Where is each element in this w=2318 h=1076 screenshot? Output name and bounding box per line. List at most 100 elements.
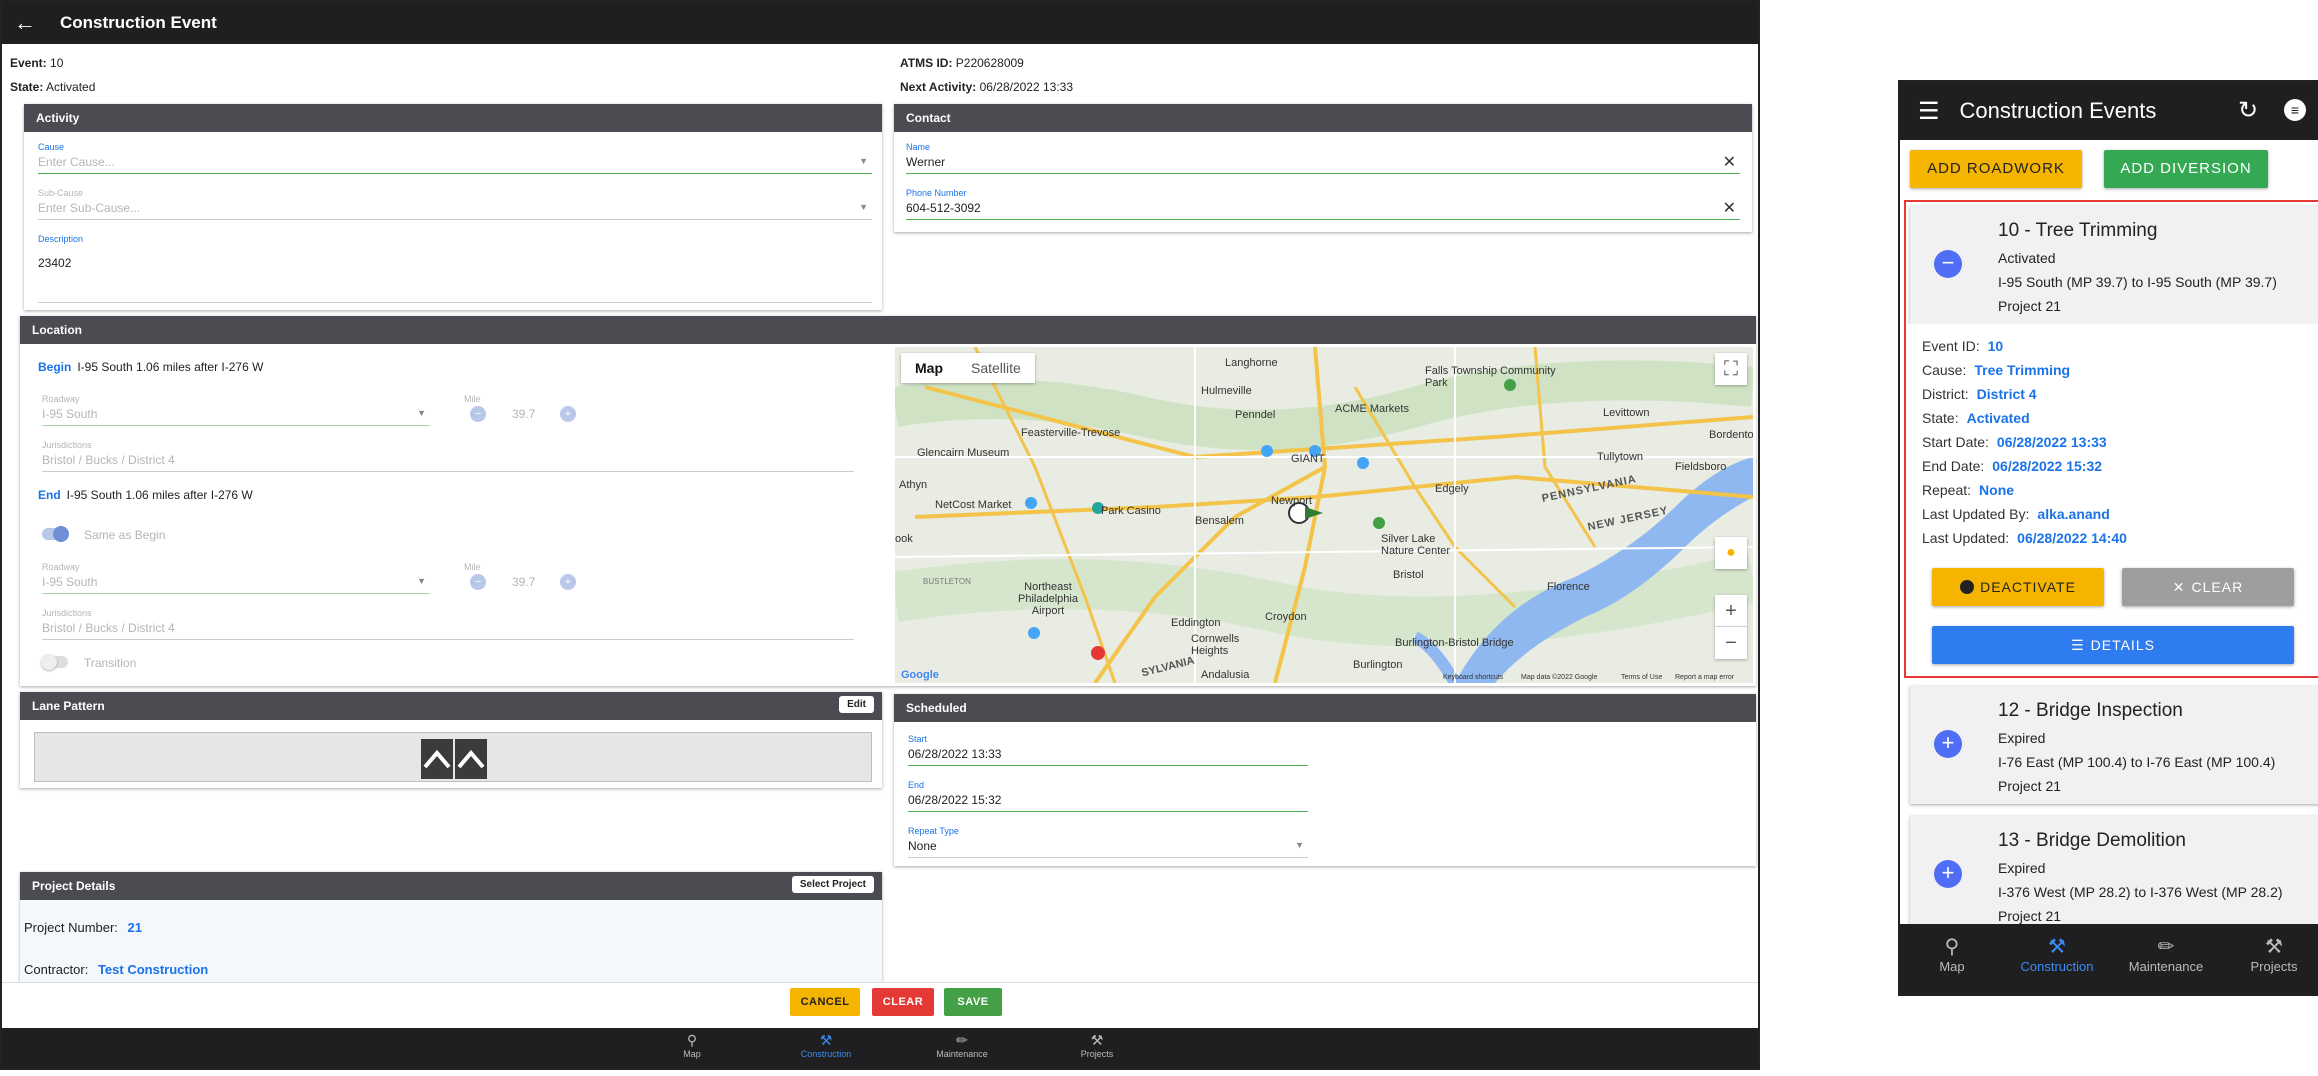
map-footer-link[interactable]: Report a map error — [1675, 674, 1734, 681]
event-project: Project 21 — [1998, 778, 2062, 794]
add-diversion-button[interactable]: ADD DIVERSION — [2104, 150, 2268, 188]
map-label: Cornwells Heights — [1191, 633, 1240, 657]
expand-icon[interactable]: + — [1934, 860, 1962, 888]
add-roadwork-button[interactable]: ADD ROADWORK — [1910, 150, 2082, 188]
nav-construction[interactable]: ⚒ Construction — [2004, 934, 2110, 974]
back-arrow-icon[interactable]: ← — [2, 10, 48, 36]
begin-location: Begin I-95 South 1.06 miles after I-276 W — [38, 360, 264, 374]
detail-row: Repeat: None — [1922, 482, 2015, 498]
nav-construction[interactable]: ⚒ Construction — [786, 1032, 866, 1059]
end-roadway-dropdown-icon: ▼ — [417, 576, 426, 586]
details-button[interactable]: ☰ DETAILS — [1932, 626, 2294, 664]
scheduled-header: Scheduled — [894, 694, 1756, 722]
bottom-navigation: ⚲ Map ⚒ Construction ✏ Maintenance ⚒ Pro… — [2, 1028, 1758, 1068]
filter-icon[interactable]: ≡ — [2284, 99, 2306, 121]
end-date-field[interactable]: End 06/28/2022 15:32 — [908, 780, 1308, 812]
map-label: Edgely — [1435, 483, 1469, 495]
tools-icon: ⚒ — [1090, 1032, 1104, 1048]
zoom-out-button[interactable]: − — [1715, 627, 1747, 659]
clear-button[interactable]: CLEAR — [872, 988, 934, 1016]
detail-row: End Date: 06/28/2022 15:32 — [1922, 458, 2103, 474]
street-view-icon[interactable]: ● — [1715, 537, 1747, 569]
nav-maintenance[interactable]: ✏ Maintenance — [922, 1032, 1002, 1059]
clear-name-icon[interactable]: ✕ — [1723, 152, 1736, 172]
map-footer-text: Map data ©2022 Google — [1521, 674, 1598, 681]
start-date-field[interactable]: Start 06/28/2022 13:33 — [908, 734, 1308, 766]
map-label: Bordento — [1709, 429, 1753, 441]
map-type-satellite[interactable]: Satellite — [957, 353, 1035, 383]
atms-id: ATMS ID: P220628009 — [900, 56, 1024, 70]
brush-icon: ✏ — [956, 1032, 968, 1048]
select-project-button[interactable]: Select Project — [791, 876, 874, 893]
contact-phone-field[interactable]: Phone Number 604-512-3092 ✕ — [906, 188, 1740, 220]
map-type-map[interactable]: Map — [901, 353, 957, 383]
detail-row: Last Updated By: alka.anand — [1922, 506, 2110, 522]
map-footer-link[interactable]: Keyboard shortcuts — [1443, 674, 1503, 681]
map-label: Park Casino — [1101, 505, 1161, 517]
menu-icon[interactable]: ☰ — [1918, 97, 1940, 126]
event-status: Activated — [1998, 250, 2056, 266]
repeat-dropdown-icon[interactable]: ▼ — [1295, 840, 1304, 850]
map-label: Bristol — [1393, 569, 1424, 581]
refresh-icon[interactable]: ↻ — [2238, 96, 2258, 125]
nav-map[interactable]: ⚲ Map — [1906, 934, 1998, 974]
event-project: Project 21 — [1998, 298, 2062, 314]
nav-maintenance[interactable]: ✏ Maintenance — [2114, 934, 2218, 974]
expand-icon[interactable]: + — [1934, 730, 1962, 758]
lane-diagram — [34, 732, 872, 782]
zoom-in-button[interactable]: + — [1715, 595, 1747, 627]
save-button[interactable]: SAVE — [944, 988, 1002, 1016]
project-details-panel: Project Details Select Project Project N… — [20, 872, 882, 982]
map-label: Glencairn Museum — [917, 447, 1010, 459]
map-label: Feasterville-Trevose — [1021, 427, 1121, 439]
collapse-icon[interactable]: − — [1934, 250, 1962, 278]
map-label: Andalusia — [1201, 669, 1250, 681]
map-label: ACME Markets — [1335, 403, 1409, 415]
map-label: Hulmeville — [1201, 385, 1252, 397]
nav-projects[interactable]: ⚒ Projects — [2224, 934, 2318, 974]
event-card-selected[interactable]: − 10 - Tree Trimming Activated I-95 Sout… — [1910, 206, 2318, 324]
begin-mile-field: Mile 39.7 — [464, 394, 536, 421]
top-app-bar: ← Construction Event — [2, 2, 1758, 44]
cancel-button[interactable]: CANCEL — [790, 988, 860, 1016]
location-map[interactable]: Map Satellite ⛶ ● + − Langhorne Hulmevil… — [895, 347, 1753, 683]
event-title: 10 - Tree Trimming — [1998, 220, 2158, 241]
clear-phone-icon[interactable]: ✕ — [1723, 198, 1736, 218]
google-logo: Google — [901, 669, 939, 681]
map-label: Croydon — [1265, 611, 1307, 623]
mobile-page-title: Construction Events — [1959, 98, 2157, 123]
map-label: BUSTLETON — [923, 577, 971, 586]
map-pin-icon: ⚲ — [686, 1032, 698, 1048]
map-label: NetCost Market — [935, 499, 1012, 511]
clear-event-button[interactable]: ✕ CLEAR — [2122, 568, 2294, 606]
same-as-begin-toggle — [42, 526, 69, 542]
fullscreen-icon[interactable]: ⛶ — [1715, 353, 1747, 385]
edit-lane-button[interactable]: Edit — [839, 696, 874, 713]
deactivate-button[interactable]: DEACTIVATE — [1932, 568, 2104, 606]
hammer-icon: ⚒ — [2048, 936, 2066, 958]
map-label: Levittown — [1603, 407, 1650, 419]
event-card[interactable]: + 13 - Bridge Demolition Expired I-376 W… — [1910, 816, 2318, 934]
description-field[interactable]: Description 23402 — [38, 234, 872, 303]
detail-row: District: District 4 — [1922, 386, 2037, 402]
desktop-window: ← Construction Event Event: 10 State: Ac… — [0, 0, 1760, 1070]
project-contractor: Contractor: Test Construction — [24, 962, 209, 977]
cause-field[interactable]: Cause Enter Cause... ▼ — [38, 142, 872, 174]
map-footer-link[interactable]: Terms of Use — [1621, 674, 1662, 681]
nav-projects[interactable]: ⚒ Projects — [1062, 1032, 1132, 1059]
contact-panel: Contact Name Werner ✕ Phone Number 604-5… — [894, 104, 1752, 232]
map-label: Burlington — [1353, 659, 1403, 671]
cause-dropdown-icon[interactable]: ▼ — [859, 156, 868, 166]
contact-name-field[interactable]: Name Werner ✕ — [906, 142, 1740, 174]
event-status: Expired — [1998, 860, 2046, 876]
nav-map[interactable]: ⚲ Map — [662, 1032, 722, 1059]
end-location: End I-95 South 1.06 miles after I-276 W — [38, 488, 253, 502]
event-route: I-95 South (MP 39.7) to I-95 South (MP 3… — [1998, 274, 2277, 290]
event-details: Event ID: 10 Cause: Tree Trimming District… — [1906, 324, 2318, 676]
event-title: 13 - Bridge Demolition — [1998, 830, 2186, 851]
event-card[interactable]: + 12 - Bridge Inspection Expired I-76 Ea… — [1910, 686, 2318, 804]
next-activity: Next Activity: 06/28/2022 13:33 — [900, 80, 1074, 94]
mobile-bottom-navigation: ⚲ Map ⚒ Construction ✏ Maintenance ⚒ Pro… — [1900, 924, 2318, 994]
event-project: Project 21 — [1998, 908, 2062, 924]
repeat-type-select[interactable]: Repeat Type None ▼ — [908, 826, 1308, 858]
